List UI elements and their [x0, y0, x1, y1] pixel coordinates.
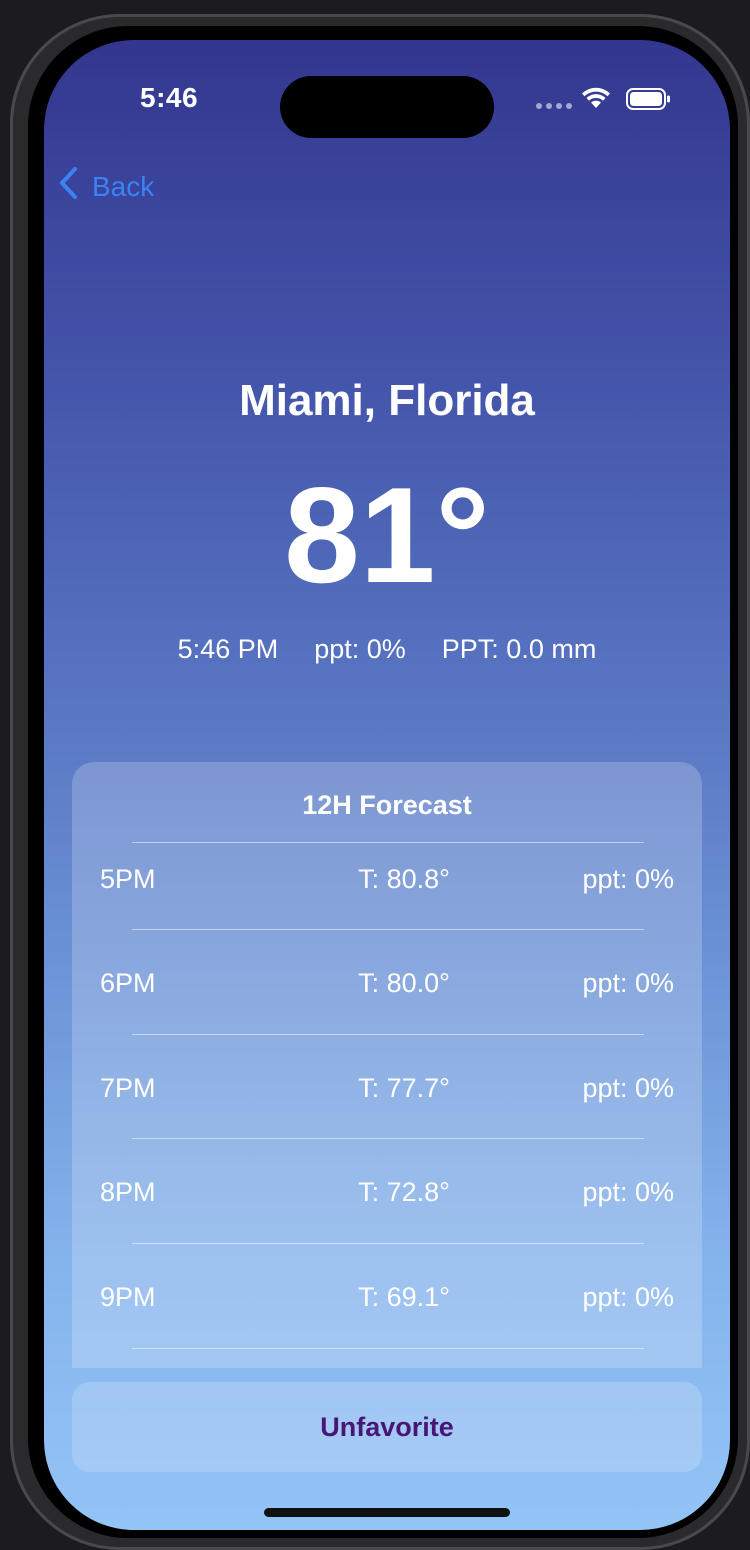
forecast-temp: T: 69.1°	[358, 1282, 450, 1312]
divider	[132, 1034, 644, 1035]
forecast-ppt: ppt: 0%	[582, 1282, 674, 1312]
forecast-ppt: ppt: 0%	[582, 1073, 674, 1103]
forecast-row: 5PM T: 80.8° ppt: 0%	[72, 860, 702, 900]
unfavorite-button[interactable]: Unfavorite	[72, 1382, 702, 1472]
forecast-temp: T: 77.7°	[358, 1073, 450, 1103]
forecast-temp: T: 72.8°	[358, 1177, 450, 1207]
forecast-card[interactable]: 12H Forecast 5PM T: 80.8° ppt: 0% 6PM T:…	[72, 762, 702, 1368]
forecast-hour: 8PM	[100, 1177, 156, 1207]
forecast-hour: 6PM	[100, 968, 156, 998]
forecast-hour: 9PM	[100, 1282, 156, 1312]
forecast-temp: T: 80.8°	[358, 864, 450, 894]
divider	[132, 1243, 644, 1244]
forecast-row: 6PM T: 80.0° ppt: 0%	[72, 964, 702, 1004]
forecast-row: 8PM T: 72.8° ppt: 0%	[72, 1173, 702, 1213]
status-time: 5:46	[140, 82, 199, 113]
battery-icon	[626, 88, 672, 115]
cellular-signal-icon	[536, 103, 572, 109]
phone-bezel: 5:46 Back Miami, Florida 81° 5:46 PM ppt…	[28, 26, 738, 1538]
wifi-icon	[580, 86, 612, 115]
forecast-row: 9PM T: 69.1° ppt: 0%	[72, 1278, 702, 1318]
forecast-title: 12H Forecast	[302, 790, 472, 820]
forecast-hour: 5PM	[100, 864, 156, 894]
precip-amount: PPT: 0.0 mm	[441, 634, 597, 664]
city-title: Miami, Florida	[239, 376, 535, 425]
app-screen: 5:46 Back Miami, Florida 81° 5:46 PM ppt…	[44, 40, 730, 1530]
forecast-ppt: ppt: 0%	[582, 864, 674, 894]
forecast-temp: T: 80.0°	[358, 968, 450, 998]
forecast-row: 7PM T: 77.7° ppt: 0%	[72, 1069, 702, 1109]
forecast-ppt: ppt: 0%	[582, 968, 674, 998]
precip-chance: ppt: 0%	[314, 634, 406, 664]
dynamic-island	[280, 76, 494, 138]
divider	[132, 1138, 644, 1139]
forecast-ppt: ppt: 0%	[582, 1177, 674, 1207]
back-label: Back	[92, 170, 155, 202]
current-temperature: 81°	[284, 459, 490, 611]
chevron-left-icon	[58, 166, 78, 207]
weather-meta: 5:46 PM ppt: 0% PPT: 0.0 mm	[44, 634, 730, 665]
divider	[132, 842, 644, 843]
forecast-hour: 7PM	[100, 1073, 156, 1103]
local-time: 5:46 PM	[177, 634, 279, 664]
phone-frame: 5:46 Back Miami, Florida 81° 5:46 PM ppt…	[10, 14, 750, 1550]
divider	[132, 929, 644, 930]
back-button[interactable]: Back	[58, 166, 154, 207]
divider	[132, 1348, 644, 1349]
home-indicator[interactable]	[264, 1508, 510, 1517]
